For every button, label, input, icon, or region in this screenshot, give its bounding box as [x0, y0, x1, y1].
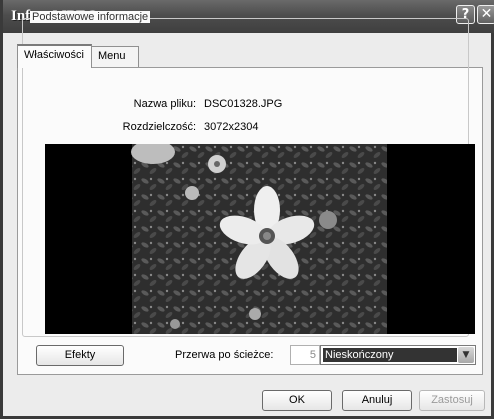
close-icon: ✕: [480, 6, 493, 22]
ok-button[interactable]: OK: [262, 390, 332, 411]
dialog-window: Info o MPEG ? ✕ Właściwości Menu Podstaw…: [0, 0, 494, 419]
filename-value: DSC01328.JPG: [204, 98, 283, 110]
photo-preview: [45, 140, 475, 334]
pause-input[interactable]: 5: [290, 345, 320, 365]
close-button[interactable]: ✕: [477, 5, 494, 24]
image-preview: [45, 140, 475, 334]
apply-button[interactable]: Zastosuj: [419, 390, 485, 411]
resolution-value: 3072x2304: [204, 121, 259, 133]
effects-button[interactable]: Efekty: [36, 345, 124, 366]
filename-label: Nazwa pliku:: [133, 98, 196, 110]
pause-mode-select[interactable]: Nieskończony ▼: [320, 345, 476, 365]
pause-label: Przerwa po ścieżce:: [175, 349, 274, 361]
cancel-button[interactable]: Anuluj: [342, 390, 412, 411]
group-label: Podstawowe informacje: [30, 11, 151, 23]
pause-mode-value: Nieskończony: [323, 348, 457, 362]
chevron-down-icon[interactable]: ▼: [458, 347, 474, 363]
resolution-label: Rozdzielczość:: [122, 121, 196, 133]
tab-properties[interactable]: Właściwości: [17, 44, 92, 68]
